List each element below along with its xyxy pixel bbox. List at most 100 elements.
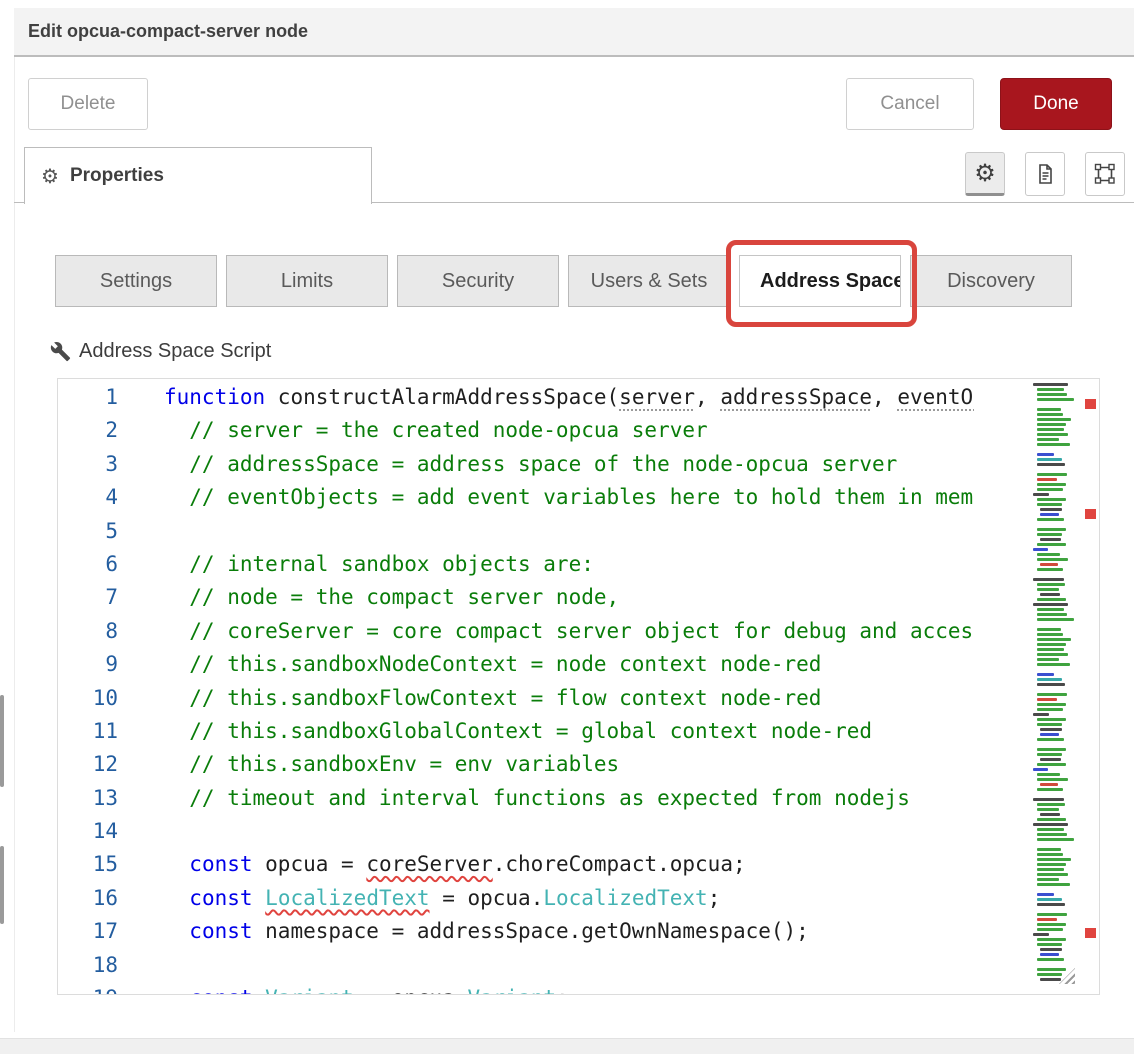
minimap-line — [1037, 923, 1066, 926]
line-number-gutter[interactable]: 12345678910111213141516171819 — [58, 381, 164, 995]
minimap-line — [1037, 893, 1055, 896]
minimap-line — [1037, 718, 1067, 721]
wrench-icon — [50, 341, 71, 362]
tab-label: Security — [442, 270, 514, 293]
minimap-line — [1037, 803, 1065, 806]
minimap-line — [1033, 493, 1049, 496]
code-editor[interactable]: 12345678910111213141516171819 function c… — [57, 378, 1100, 995]
line-number: 13 — [58, 782, 118, 815]
minimap-line — [1037, 683, 1065, 686]
minimap-line — [1037, 583, 1065, 586]
dialog-title: Edit opcua-compact-server node — [28, 21, 308, 42]
minimap-line — [1037, 498, 1067, 501]
minimap-line — [1033, 768, 1048, 771]
line-number: 10 — [58, 682, 118, 715]
minimap-line — [1037, 818, 1066, 821]
editor-tab-bar: Settings Limits Security Users & SetsAddres… — [0, 255, 1134, 307]
page-scrollbar-segment[interactable] — [0, 695, 4, 787]
minimap-line — [1037, 928, 1063, 931]
minimap-line — [1033, 798, 1064, 801]
properties-tab-label: Properties — [70, 165, 164, 187]
minimap-line — [1037, 853, 1063, 856]
document-icon — [1033, 162, 1057, 186]
minimap-line — [1037, 533, 1063, 536]
tab-discovery[interactable]: Discovery — [910, 255, 1072, 307]
code-line[interactable]: // this.sandboxEnv = env variables — [164, 748, 974, 781]
code-line[interactable]: // timeout and interval functions as exp… — [164, 782, 974, 815]
minimap-line — [1037, 723, 1063, 726]
minimap-line — [1037, 588, 1060, 591]
tab-settings[interactable]: Settings — [55, 255, 217, 307]
code-line[interactable]: // server = the created node-opcua serve… — [164, 414, 974, 447]
properties-icon-button[interactable]: ⚙ — [965, 152, 1005, 196]
done-button[interactable]: Done — [1000, 78, 1112, 130]
minimap-line — [1037, 438, 1060, 441]
code-line[interactable]: const Variant = opcua.Variant; — [164, 982, 974, 995]
minimap-line — [1037, 428, 1064, 431]
minimap[interactable] — [1033, 383, 1077, 985]
line-number: 12 — [58, 748, 118, 781]
line-number: 7 — [58, 581, 118, 614]
minimap-line — [1037, 613, 1068, 616]
code-line[interactable]: // addressSpace = address space of the n… — [164, 448, 974, 481]
tab-address-space[interactable]: Address Space — [739, 255, 901, 307]
bottom-strip — [0, 1038, 1134, 1054]
dialog-header: Edit opcua-compact-server node — [14, 8, 1134, 57]
tab-users-sets[interactable]: Users & Sets — [568, 255, 730, 307]
code-line[interactable]: // coreServer = core compact server obje… — [164, 615, 974, 648]
code-line[interactable]: // this.sandboxGlobalContext = global co… — [164, 715, 974, 748]
tab-limits[interactable]: Limits — [226, 255, 388, 307]
minimap-line — [1037, 628, 1061, 631]
minimap-line — [1037, 618, 1074, 621]
code-line[interactable]: const LocalizedText = opcua.LocalizedTex… — [164, 882, 974, 915]
tab-label: Limits — [281, 270, 333, 293]
minimap-line — [1037, 753, 1063, 756]
minimap-line — [1040, 978, 1061, 981]
minimap-line — [1037, 693, 1068, 696]
minimap-line — [1037, 463, 1065, 466]
minimap-line — [1037, 488, 1063, 491]
minimap-line — [1037, 738, 1064, 741]
minimap-line — [1037, 528, 1067, 531]
minimap-line — [1037, 873, 1069, 876]
code-line[interactable]: // internal sandbox objects are: — [164, 548, 974, 581]
selection-frame-icon — [1093, 162, 1117, 186]
minimap-line — [1040, 513, 1059, 516]
line-number: 5 — [58, 515, 118, 548]
code-line[interactable]: const opcua = coreServer.choreCompact.op… — [164, 848, 974, 881]
code-content[interactable]: function constructAlarmAddressSpace(serv… — [164, 381, 974, 995]
code-line[interactable]: // eventObjects = add event variables he… — [164, 481, 974, 514]
line-number: 8 — [58, 615, 118, 648]
code-line[interactable]: function constructAlarmAddressSpace(serv… — [164, 381, 974, 414]
minimap-line — [1037, 633, 1063, 636]
code-line[interactable] — [164, 949, 974, 982]
minimap-line — [1033, 603, 1068, 606]
minimap-line — [1037, 898, 1063, 901]
code-line[interactable]: // this.sandboxNodeContext = node contex… — [164, 648, 974, 681]
code-line[interactable]: // this.sandboxFlowContext = flow contex… — [164, 682, 974, 715]
minimap-line — [1037, 858, 1071, 861]
minimap-line — [1037, 663, 1070, 666]
minimap-line — [1037, 443, 1070, 446]
cancel-button[interactable]: Cancel — [846, 78, 974, 130]
minimap-line — [1040, 953, 1059, 956]
code-line[interactable] — [164, 515, 974, 548]
code-line[interactable]: // node = the compact server node, — [164, 581, 974, 614]
delete-button[interactable]: Delete — [28, 78, 148, 130]
minimap-line — [1037, 543, 1066, 546]
appearance-icon-button[interactable] — [1085, 152, 1125, 196]
tab-security[interactable]: Security — [397, 255, 559, 307]
code-line[interactable] — [164, 815, 974, 848]
overview-ruler[interactable] — [1081, 379, 1099, 994]
tab-properties[interactable]: ⚙ Properties — [24, 147, 372, 204]
minimap-line — [1037, 458, 1063, 461]
page-scrollbar-segment[interactable] — [0, 846, 4, 924]
minimap-line — [1037, 708, 1063, 711]
minimap-line — [1037, 398, 1074, 401]
description-icon-button[interactable] — [1025, 152, 1065, 196]
minimap-line — [1037, 903, 1065, 906]
minimap-line — [1037, 643, 1066, 646]
minimap-line — [1037, 553, 1061, 556]
minimap-line — [1040, 563, 1058, 566]
code-line[interactable]: const namespace = addressSpace.getOwnNam… — [164, 915, 974, 948]
